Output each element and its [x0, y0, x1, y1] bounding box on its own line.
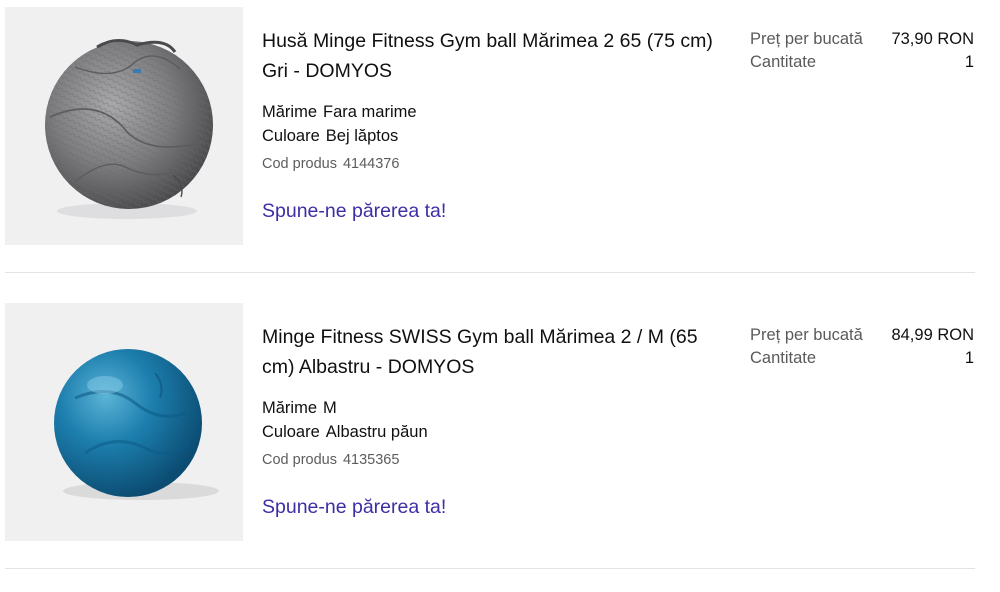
quantity-label: Cantitate: [750, 53, 817, 71]
item-divider: [5, 568, 975, 569]
quantity-row: Cantitate 1: [750, 347, 974, 370]
product-info: Husă Minge Fitness Gym ball Mărimea 2 65…: [262, 26, 738, 223]
color-label: Culoare: [262, 423, 320, 441]
product-image[interactable]: [5, 303, 243, 541]
product-title-line: Minge Fitness SWISS Gym ball Mărimea 2 /…: [262, 326, 698, 348]
unit-price-label: Preț per bucată: [750, 326, 863, 344]
order-item: Husă Minge Fitness Gym ball Mărimea 2 65…: [0, 0, 1000, 296]
size-value: M: [323, 399, 337, 417]
order-items-list: Husă Minge Fitness Gym ball Mărimea 2 65…: [0, 0, 1000, 577]
quantity-label: Cantitate: [750, 349, 817, 367]
product-image[interactable]: [5, 7, 243, 245]
product-code-label: Cod produs: [262, 156, 337, 172]
item-divider: [5, 272, 975, 273]
product-code-label: Cod produs: [262, 452, 337, 468]
color-label: Culoare: [262, 127, 320, 145]
product-info: Minge Fitness SWISS Gym ball Mărimea 2 /…: [262, 322, 738, 519]
product-title[interactable]: Husă Minge Fitness Gym ball Mărimea 2 65…: [262, 26, 738, 86]
product-title-line: Husă Minge Fitness Gym ball Mărimea 2 65…: [262, 30, 713, 52]
pricing-info: Preț per bucată 84,99 RON Cantitate 1: [750, 324, 974, 370]
product-code: Cod produs 4144376: [262, 154, 738, 174]
color-attribute: Culoare Albastru păun: [262, 420, 738, 444]
product-title-line: cm) Albastru - DOMYOS: [262, 356, 475, 378]
color-attribute: Culoare Bej lăptos: [262, 124, 738, 148]
size-value: Fara marime: [323, 103, 417, 121]
review-link[interactable]: Spune-ne părerea ta!: [262, 200, 446, 223]
product-attributes: Mărime M Culoare Albastru păun: [262, 396, 738, 444]
unit-price-row: Preț per bucată 84,99 RON: [750, 324, 974, 347]
color-value: Albastru păun: [325, 423, 428, 441]
unit-price-row: Preț per bucată 73,90 RON: [750, 28, 974, 51]
unit-price-value: 84,99 RON: [891, 326, 974, 344]
product-code-value: 4135365: [342, 452, 400, 468]
color-value: Bej lăptos: [325, 127, 399, 145]
review-link[interactable]: Spune-ne părerea ta!: [262, 496, 446, 519]
product-title[interactable]: Minge Fitness SWISS Gym ball Mărimea 2 /…: [262, 322, 738, 382]
blue-fitness-ball-image: [54, 349, 219, 500]
product-code: Cod produs 4135365: [262, 450, 738, 470]
size-label: Mărime: [262, 399, 318, 417]
product-title-line: Gri - DOMYOS: [262, 60, 392, 82]
quantity-row: Cantitate 1: [750, 51, 974, 74]
grey-ball-cover-image: [45, 39, 213, 219]
product-code-value: 4144376: [342, 156, 400, 172]
size-label: Mărime: [262, 103, 318, 121]
quantity-value: 1: [964, 349, 974, 367]
size-attribute: Mărime Fara marime: [262, 100, 738, 124]
pricing-info: Preț per bucată 73,90 RON Cantitate 1: [750, 28, 974, 74]
product-attributes: Mărime Fara marime Culoare Bej lăptos: [262, 100, 738, 148]
unit-price-value: 73,90 RON: [891, 30, 974, 48]
unit-price-label: Preț per bucată: [750, 30, 863, 48]
quantity-value: 1: [964, 53, 974, 71]
order-item: Minge Fitness SWISS Gym ball Mărimea 2 /…: [0, 296, 1000, 592]
size-attribute: Mărime M: [262, 396, 738, 420]
